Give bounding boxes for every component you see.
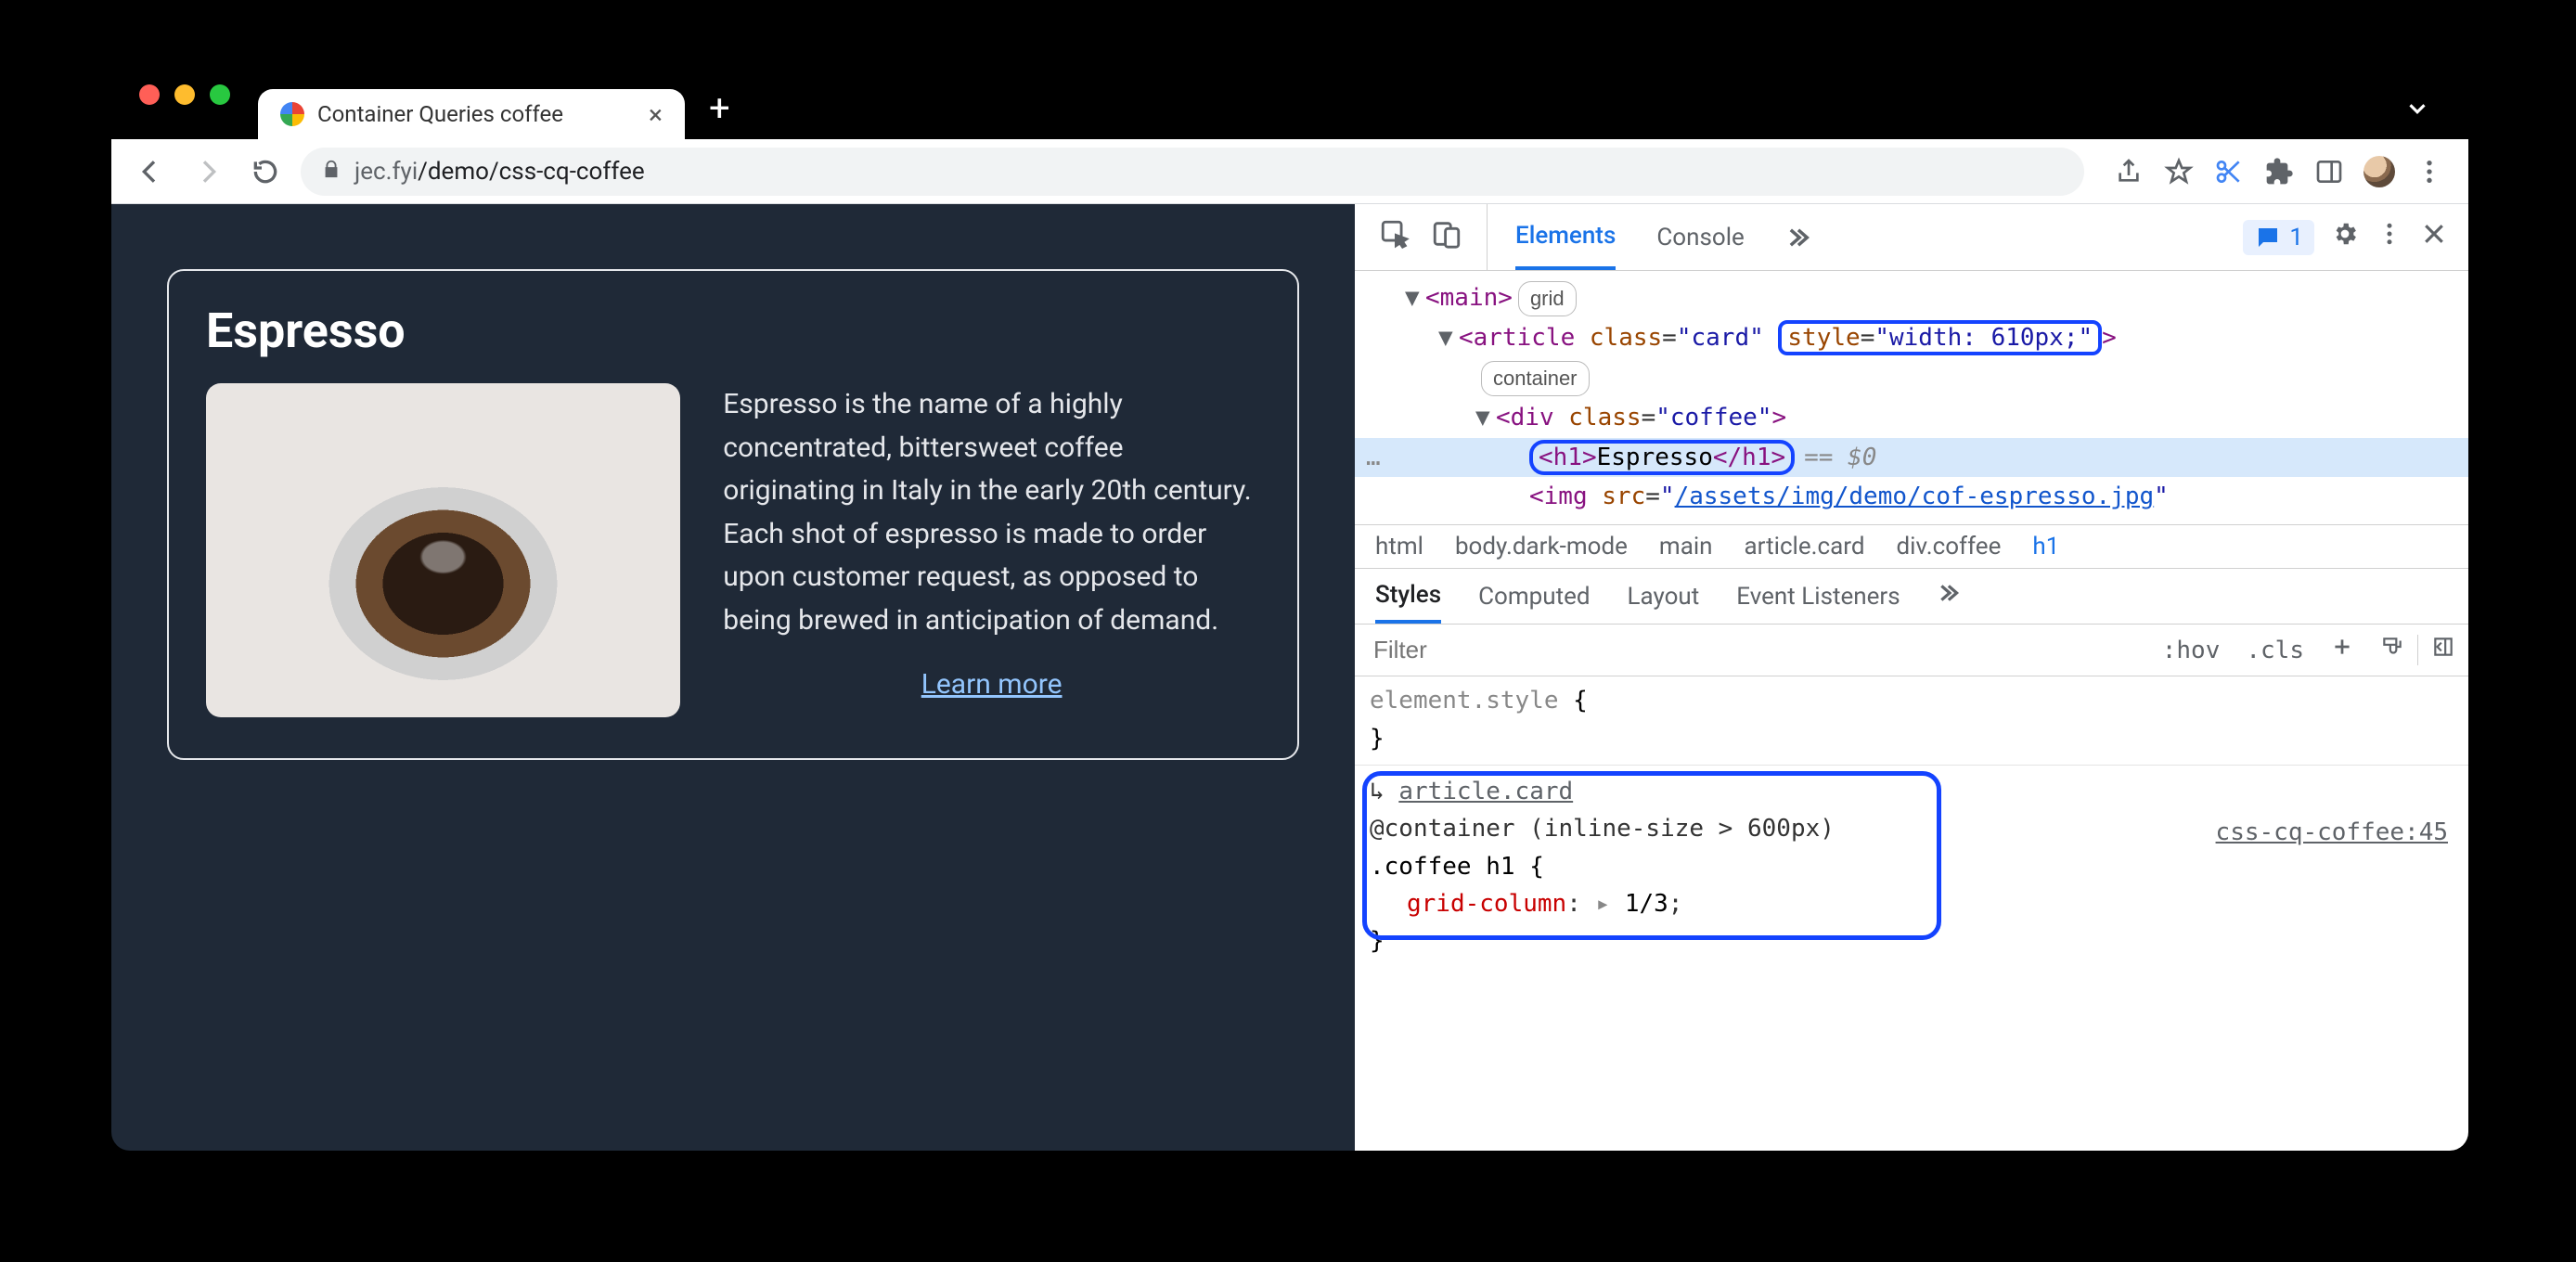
crumb-html[interactable]: html [1375, 533, 1423, 560]
settings-icon[interactable] [2331, 220, 2359, 254]
devtools-top-bar: Elements Console 1 [1355, 204, 2468, 271]
lock-icon [321, 158, 341, 186]
cls-button[interactable]: .cls [2233, 637, 2317, 664]
tab-more-icon[interactable] [1785, 204, 1811, 270]
extensions-icon[interactable] [2257, 149, 2301, 194]
learn-more-link[interactable]: Learn more [723, 668, 1260, 701]
url-text: jec.fyi/demo/css-cq-coffee [354, 158, 645, 186]
container-badge[interactable]: container [1481, 361, 1590, 396]
page-viewport: Espresso Espresso is the name of a highl… [111, 204, 1355, 1151]
crumb-article[interactable]: article.card [1745, 533, 1865, 560]
coffee-image [206, 383, 680, 717]
bookmark-icon[interactable] [2157, 149, 2201, 194]
tab-layout[interactable]: Layout [1628, 583, 1700, 611]
issues-badge[interactable]: 1 [2243, 220, 2314, 255]
card-description: Espresso is the name of a highly concent… [723, 383, 1260, 642]
issues-count: 1 [2289, 224, 2303, 251]
maximize-window-icon[interactable] [210, 84, 230, 105]
tab-styles[interactable]: Styles [1375, 569, 1441, 624]
tab-elements[interactable]: Elements [1515, 204, 1616, 270]
tab-console[interactable]: Console [1656, 204, 1744, 270]
hov-button[interactable]: :hov [2149, 637, 2234, 664]
card-title: Espresso [206, 303, 1260, 359]
forward-button[interactable] [186, 149, 230, 194]
styles-filter-bar: :hov .cls [1355, 625, 2468, 676]
styles-tabs: Styles Computed Layout Event Listeners [1355, 569, 2468, 625]
crumb-main[interactable]: main [1659, 533, 1713, 560]
computed-toggle-icon[interactable] [2417, 635, 2468, 665]
devtools-panel: Elements Console 1 [1355, 204, 2468, 1151]
crumb-div[interactable]: div.coffee [1897, 533, 2002, 560]
close-window-icon[interactable] [139, 84, 160, 105]
styles-rules[interactable]: element.style { } ↳ article.card @contai… [1355, 676, 2468, 965]
tab-overflow-button[interactable] [2366, 95, 2468, 139]
browser-tab[interactable]: Container Queries coffee × [258, 89, 685, 139]
source-link[interactable]: css-cq-coffee:45 [2216, 814, 2448, 851]
new-rule-icon[interactable] [2317, 635, 2367, 665]
menu-icon[interactable] [2407, 149, 2452, 194]
tab-event-listeners[interactable]: Event Listeners [1736, 583, 1900, 611]
breadcrumb[interactable]: html body.dark-mode main article.card di… [1355, 524, 2468, 569]
inspect-icon[interactable] [1379, 218, 1410, 256]
crumb-body[interactable]: body.dark-mode [1455, 533, 1628, 560]
back-button[interactable] [128, 149, 173, 194]
tab-strip: Container Queries coffee × + [111, 71, 2468, 139]
crumb-h1[interactable]: h1 [2032, 533, 2059, 560]
tab-computed[interactable]: Computed [1478, 583, 1590, 611]
device-icon[interactable] [1431, 218, 1462, 256]
container-query: @container (inline-size > 600px) [1370, 815, 1835, 843]
selected-node[interactable]: …<h1>Espresso</h1>== $0 [1355, 438, 2468, 478]
dom-tree[interactable]: ▼<main>grid ▼<article class="card" style… [1355, 271, 2468, 524]
window-controls [111, 84, 258, 125]
tab-title: Container Queries coffee [317, 101, 563, 127]
tab-more-styles-icon[interactable] [1938, 581, 1962, 612]
styles-filter-input[interactable] [1355, 636, 2149, 664]
address-bar[interactable]: jec.fyi/demo/css-cq-coffee [301, 148, 2084, 196]
profile-avatar[interactable] [2357, 149, 2402, 194]
coffee-card: Espresso Espresso is the name of a highl… [167, 269, 1299, 760]
browser-window: Container Queries coffee × + jec.fyi/dem… [111, 71, 2468, 1151]
new-tab-button[interactable]: + [685, 86, 754, 139]
close-devtools-icon[interactable] [2420, 220, 2448, 254]
minimize-window-icon[interactable] [174, 84, 195, 105]
container-link[interactable]: article.card [1398, 778, 1573, 805]
kebab-icon[interactable] [2376, 220, 2403, 254]
sidepanel-icon[interactable] [2307, 149, 2351, 194]
share-icon[interactable] [2106, 149, 2151, 194]
scissors-icon[interactable] [2207, 149, 2251, 194]
grid-badge[interactable]: grid [1518, 281, 1577, 316]
reload-button[interactable] [243, 149, 288, 194]
paint-icon[interactable] [2367, 635, 2417, 665]
toolbar: jec.fyi/demo/css-cq-coffee [111, 139, 2468, 204]
close-tab-icon[interactable]: × [649, 99, 663, 130]
favicon-icon [280, 102, 304, 126]
